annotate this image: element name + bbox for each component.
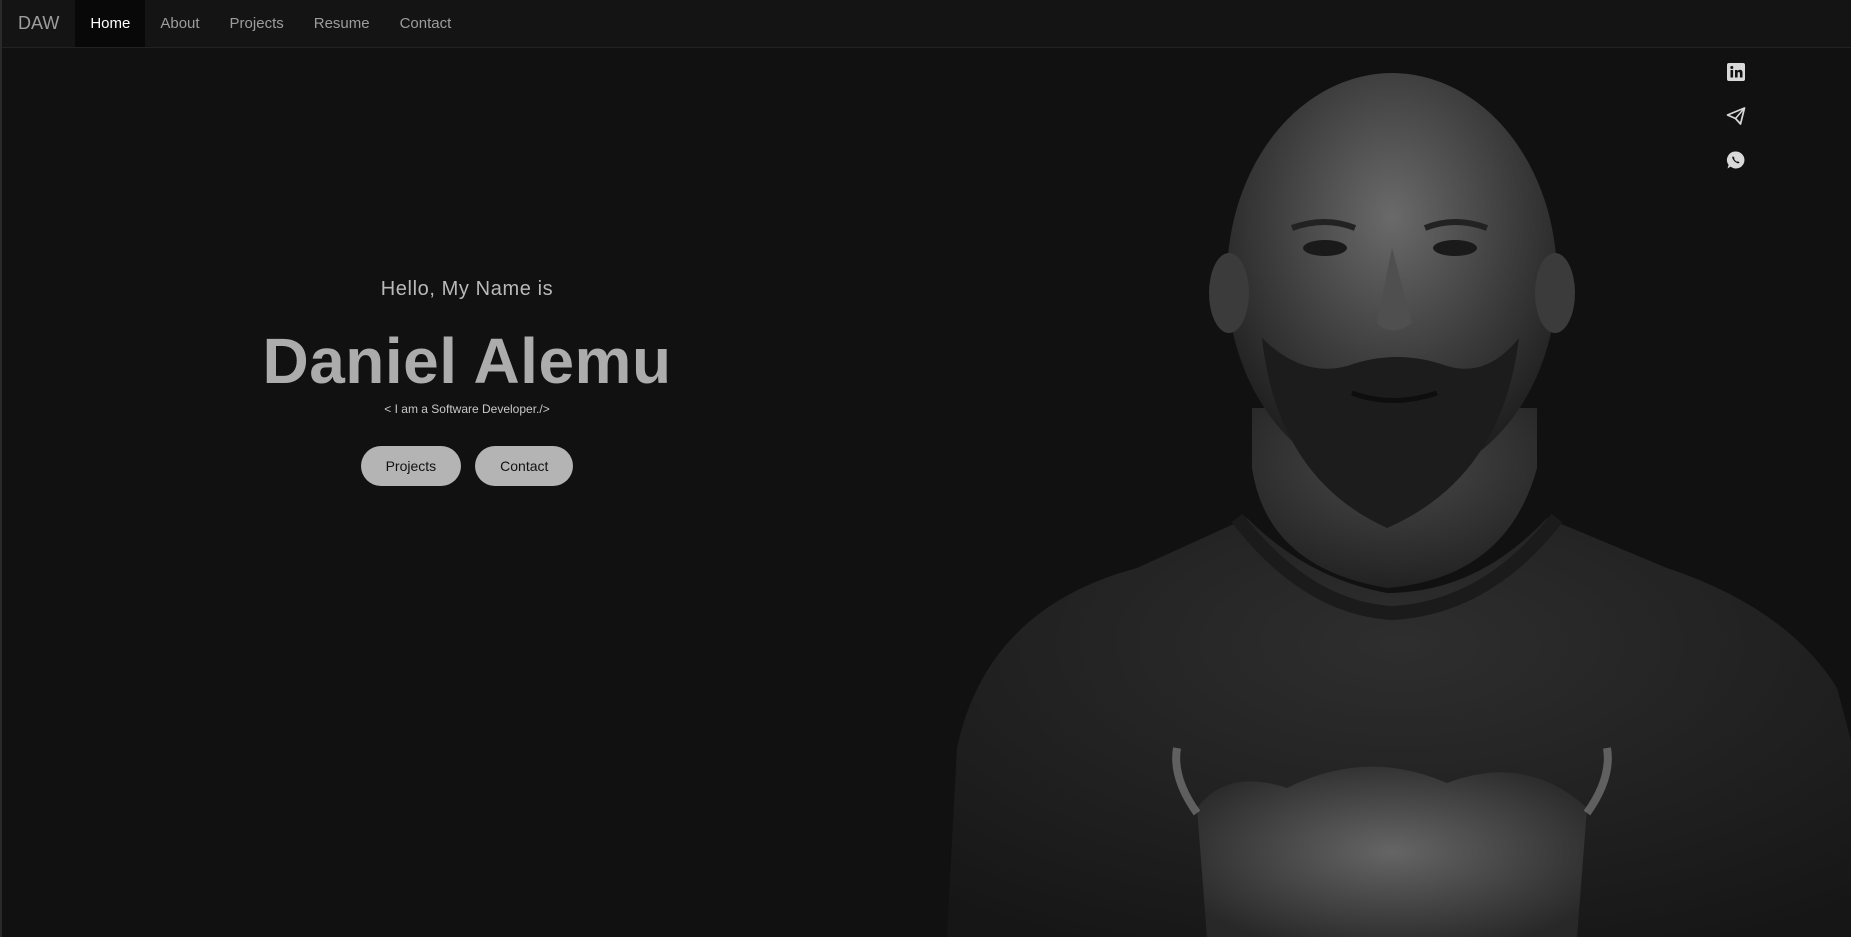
contact-button[interactable]: Contact	[475, 446, 574, 486]
hero-name: Daniel Alemu	[262, 325, 672, 397]
social-links	[1724, 60, 1748, 172]
navbar: DAW Home About Projects Resume Contact	[2, 0, 1851, 48]
hero-greeting: Hello, My Name is	[380, 278, 554, 300]
whatsapp-icon[interactable]	[1724, 148, 1748, 172]
hero-tagline: < I am a Software Developer./>	[384, 402, 550, 416]
nav-item-resume[interactable]: Resume	[299, 0, 385, 47]
telegram-icon[interactable]	[1724, 104, 1748, 128]
page: DAW Home About Projects Resume Contact H…	[0, 0, 1851, 937]
nav-list: Home About Projects Resume Contact	[75, 0, 466, 47]
linkedin-icon[interactable]	[1724, 60, 1748, 84]
projects-button[interactable]: Projects	[360, 446, 462, 486]
nav-item-projects[interactable]: Projects	[215, 0, 299, 47]
portrait-photo	[947, 48, 1851, 937]
nav-item-home[interactable]: Home	[75, 0, 146, 47]
hero-buttons: Projects Contact	[2, 446, 932, 486]
hero-section: Hello, My Name is Daniel Alemu < I am a …	[2, 48, 932, 937]
brand-logo[interactable]: DAW	[2, 0, 75, 47]
nav-item-about[interactable]: About	[145, 0, 214, 47]
nav-item-contact[interactable]: Contact	[385, 0, 467, 47]
